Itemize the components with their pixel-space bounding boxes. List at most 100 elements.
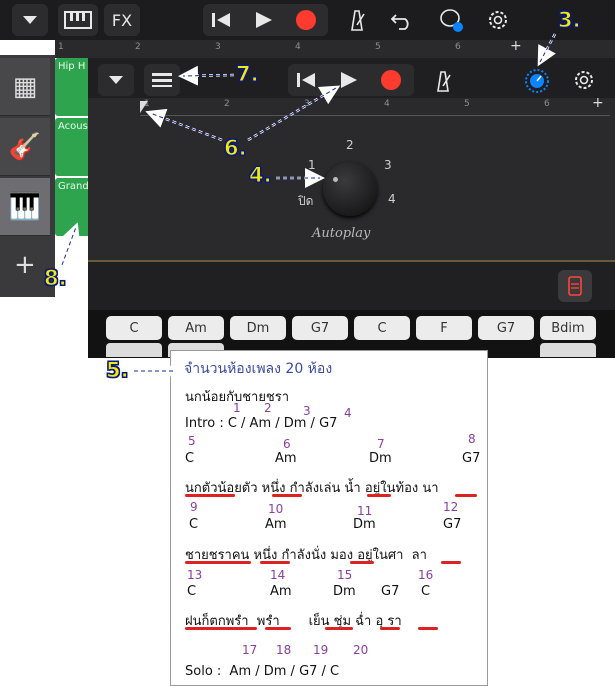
lyric-underline <box>185 561 251 564</box>
chord-button[interactable]: Bdim <box>540 316 596 340</box>
undo-icon[interactable] <box>390 9 414 31</box>
piano-keys-icon <box>64 11 92 29</box>
chevron-down-icon <box>109 76 123 84</box>
grand-piano-icon: 🎹 <box>8 191 42 222</box>
callout-7: 7. <box>236 62 260 87</box>
tracks-view-button[interactable] <box>144 64 180 96</box>
autoplay-position-1[interactable]: 1 <box>308 158 316 172</box>
play-icon[interactable] <box>255 11 273 29</box>
add-section-button[interactable]: + <box>510 38 522 54</box>
settings-gear-icon[interactable] <box>572 68 596 92</box>
go-to-start-icon[interactable] <box>211 12 231 28</box>
chord-label: Dm <box>333 584 356 599</box>
ruler-tick: 5 <box>464 99 470 109</box>
acoustic-guitar-icon: 🎸 <box>8 131 42 162</box>
main-toolbar: FX <box>0 0 615 40</box>
chord-label: C <box>185 451 195 466</box>
ruler-tick: 5 <box>375 42 381 52</box>
track-header-piano[interactable]: 🎹 <box>0 178 50 236</box>
ruler-tick: 2 <box>224 99 230 109</box>
chord-label: Am <box>265 517 287 532</box>
intro-line: Intro : C / Am / Dm / G7 <box>185 416 338 431</box>
ruler-tick: 4 <box>295 42 301 52</box>
lyric-underline <box>265 627 291 630</box>
bar-number: 10 <box>268 502 284 516</box>
main-ruler[interactable]: 1 2 3 4 5 6 + <box>55 38 615 58</box>
chord-label: G7 <box>443 517 462 532</box>
track-header-guitar[interactable]: 🎸 <box>0 118 50 176</box>
autoplay-position-3[interactable]: 3 <box>384 158 392 172</box>
bar-number: 6 <box>283 437 291 451</box>
chord-button[interactable]: C <box>354 316 410 340</box>
lyric-underline <box>441 561 461 564</box>
autoplay-knob[interactable] <box>323 162 377 216</box>
callout-5: 5. <box>106 358 130 383</box>
chord-label: C <box>187 584 197 599</box>
ruler-tick: 3 <box>215 42 221 52</box>
bar-number: 7 <box>377 437 385 451</box>
chord-strips-toggle[interactable] <box>558 270 592 302</box>
play-icon[interactable] <box>340 71 358 89</box>
browser-menu-button[interactable] <box>12 4 48 36</box>
autoplay-position-2[interactable]: 2 <box>346 138 354 152</box>
lyric-underline <box>455 494 477 497</box>
bar-number: 1 <box>233 401 241 415</box>
chord-button[interactable]: Am <box>168 316 224 340</box>
chord-label: C <box>421 584 431 599</box>
chevron-down-icon <box>23 16 37 24</box>
chord-label: Dm <box>369 451 392 466</box>
track-region-label: Grand <box>58 181 89 192</box>
keyboard-top-strip <box>88 260 615 310</box>
fx-button[interactable]: FX <box>104 4 140 36</box>
chord-strip-lower[interactable] <box>540 343 596 357</box>
add-track-button[interactable]: + <box>14 250 36 280</box>
bar-number: 20 <box>353 643 369 657</box>
bar-number: 4 <box>344 406 352 420</box>
bar-number: 16 <box>418 568 434 582</box>
metronome-icon[interactable] <box>347 9 367 31</box>
lyric-underline <box>260 561 290 564</box>
add-section-button[interactable]: + <box>592 95 604 111</box>
callout-6: 6. <box>224 136 248 161</box>
autoplay-position-4[interactable]: 4 <box>388 192 396 206</box>
lyric-underline <box>185 627 257 630</box>
ruler-tick: 4 <box>384 99 390 109</box>
solo-line: Solo : Am / Dm / G7 / C <box>185 664 340 679</box>
bar-number: 14 <box>270 568 286 582</box>
loops-icon[interactable] <box>438 7 466 35</box>
bar-number: 8 <box>468 432 476 446</box>
panel-menu-button[interactable] <box>98 64 134 96</box>
chord-button[interactable]: Dm <box>230 316 286 340</box>
playhead-icon[interactable] <box>139 100 149 114</box>
chord-label: Dm <box>353 517 376 532</box>
bar-number: 5 <box>188 434 196 448</box>
bar-number: 11 <box>357 504 373 518</box>
transport-group <box>203 4 328 36</box>
panel-transport-group <box>288 64 414 96</box>
callout-4: 4. <box>249 163 273 188</box>
chord-button[interactable]: C <box>106 316 162 340</box>
track-header-drums[interactable]: ▦ <box>0 58 50 116</box>
settings-gear-icon[interactable] <box>486 8 510 32</box>
record-icon[interactable] <box>380 69 402 91</box>
track-list: ▦ 🎸 🎹 + <box>0 55 55 297</box>
drum-machine-icon: ▦ <box>12 71 38 102</box>
panel-ruler[interactable]: 1 2 3 4 5 6 + <box>140 95 610 116</box>
chord-button[interactable]: F <box>416 316 472 340</box>
chord-button[interactable]: G7 <box>292 316 348 340</box>
autoplay-label: Autoplay <box>312 226 371 241</box>
metronome-icon[interactable] <box>433 70 453 92</box>
bar-number: 12 <box>443 500 459 514</box>
chord-button[interactable]: G7 <box>478 316 534 340</box>
go-to-start-icon[interactable] <box>296 72 316 88</box>
controls-knob-icon[interactable] <box>524 68 550 94</box>
autoplay-off-label[interactable]: ปิด <box>298 192 313 211</box>
record-icon[interactable] <box>295 9 317 31</box>
bar-number: 2 <box>264 401 272 415</box>
instrument-button[interactable] <box>58 4 98 36</box>
lyric-underline <box>272 494 302 497</box>
panel-toolbar <box>88 58 615 98</box>
tracks-view-icon <box>152 73 172 87</box>
chord-strip-lower[interactable] <box>106 343 162 357</box>
ruler-tick: 3 <box>304 99 310 109</box>
